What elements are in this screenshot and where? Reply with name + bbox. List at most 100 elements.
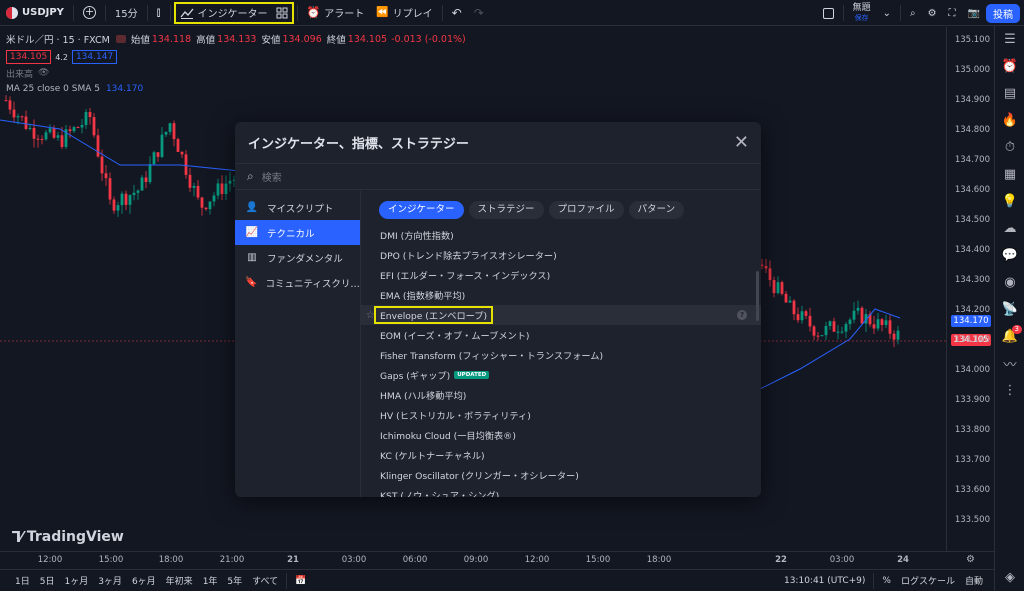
candle-body [20, 116, 24, 118]
bell-icon[interactable]: 🔔 3 [995, 323, 1024, 350]
square-icon [822, 7, 834, 19]
tree-icon[interactable]: ⋮ [995, 377, 1024, 404]
star-icon[interactable]: ☆ [366, 310, 375, 321]
indicator-item[interactable]: KST (ノウ・シュア・シング) [361, 485, 761, 497]
compare-symbol-button[interactable]: + [77, 2, 102, 24]
range-button[interactable]: 1年 [198, 574, 223, 587]
time-tick-label: 24 [897, 555, 909, 565]
divider [104, 4, 106, 21]
range-button[interactable]: 年初来 [161, 574, 198, 587]
search-input[interactable]: 検索 [262, 169, 282, 184]
streams-icon[interactable]: ◉ [995, 269, 1024, 296]
auto-scale-toggle[interactable]: 自動 [960, 574, 988, 587]
interval-button[interactable]: 15分 [109, 2, 144, 24]
snapshot-button[interactable]: 📷 [962, 2, 986, 24]
symbol-search-button[interactable]: USDJPY [0, 2, 70, 24]
range-button[interactable]: 5年 [222, 574, 247, 587]
buy-button[interactable]: 134.147 [71, 50, 118, 64]
data-window-icon[interactable]: ▤ [995, 80, 1024, 107]
filter-chip[interactable]: パターン [628, 201, 685, 219]
candle-body [880, 319, 884, 326]
layout-menu-button[interactable]: ⌄ [877, 2, 897, 24]
layout-name-button[interactable]: 無題 保存 [847, 3, 877, 23]
chat-cloud-icon[interactable]: ☁ [995, 215, 1024, 242]
stopwatch-icon[interactable]: ⏱ [995, 134, 1024, 161]
ma-label[interactable]: MA 25 close 0 SMA 5 [6, 84, 100, 94]
candle-body [12, 109, 16, 118]
lightbulb-icon[interactable]: 💡 [995, 188, 1024, 215]
trend-icon[interactable]: 〰 [995, 350, 1024, 377]
time-axis[interactable]: ⚙ 12:00 15:00 18:00 21:00 21 03:00 06:00 09:00 1… [0, 551, 994, 569]
layers-icon[interactable]: ◈ [995, 564, 1024, 591]
filter-chip[interactable]: ストラテジー [468, 201, 544, 219]
price-tick-label: 134.300 [954, 275, 990, 285]
settings-button[interactable]: ⚙ [922, 2, 943, 24]
fullscreen-button[interactable]: ⛶ [943, 2, 962, 24]
range-button[interactable]: 1ヶ月 [59, 574, 93, 587]
time-tick-label: 18:00 [646, 555, 672, 565]
filter-chip[interactable]: インジケーター [379, 201, 464, 219]
tradingview-logo[interactable]: ⅂⁄ TradingView [12, 528, 124, 546]
indicator-item[interactable]: EFI (エルダー・フォース・インデックス) [361, 265, 761, 285]
indicator-item[interactable]: Klinger Oscillator (クリンガー・オシレーター) [361, 465, 761, 485]
price-axis[interactable]: 134.170 134.105 135.100 135.000 134.900 134… [946, 27, 994, 551]
range-button[interactable]: すべて [247, 574, 283, 587]
replay-button[interactable]: ⏪ リプレイ [370, 2, 438, 24]
indicator-item[interactable]: HMA (ハル移動平均) [361, 385, 761, 405]
redo-button[interactable]: ↷ [468, 2, 490, 24]
range-button[interactable]: 6ヶ月 [127, 574, 161, 587]
range-button[interactable]: 1日 [10, 574, 35, 587]
indicator-item[interactable]: ☆ Envelope (エンベロープ)? [361, 305, 761, 325]
alert-button[interactable]: ⏰ アラート [301, 2, 371, 24]
price-tick-label: 135.100 [954, 35, 990, 45]
chat-bubble-icon[interactable]: 💬 [995, 242, 1024, 269]
alarm-clock-icon[interactable]: ⏰ [995, 53, 1024, 80]
chart-type-button[interactable]: ⫾ [151, 2, 167, 24]
price-tick-label: 134.700 [954, 155, 990, 165]
axis-settings-icon[interactable]: ⚙ [966, 554, 975, 565]
indicator-item[interactable]: Ichimoku Cloud (一目均衡表®) [361, 425, 761, 445]
candle-body [216, 183, 220, 196]
legend-title[interactable]: 米ドル／円 · 15 · FXCM [6, 32, 110, 46]
filter-chip[interactable]: プロファイル [548, 201, 624, 219]
indicator-item[interactable]: Gaps (ギャップ) UPDATED [361, 365, 761, 385]
indicator-item[interactable]: KC (ケルトナーチャネル) [361, 445, 761, 465]
percent-toggle[interactable]: % [877, 576, 896, 586]
broadcast-icon[interactable]: 📡 [995, 296, 1024, 323]
calendar-icon[interactable]: 📅 [290, 576, 311, 586]
range-button[interactable]: 3ヶ月 [93, 574, 127, 587]
watchlist-icon[interactable]: ☰ [995, 26, 1024, 53]
indicators-icon [179, 8, 193, 19]
range-button[interactable]: 5日 [35, 574, 60, 587]
calendar-icon[interactable]: ▦ [995, 161, 1024, 188]
search-bar[interactable]: ⌕ 検索 [235, 164, 761, 190]
templates-button[interactable] [272, 2, 292, 24]
info-icon[interactable]: ? [737, 310, 747, 320]
indicators-label: インジケーター [197, 9, 268, 20]
sell-button[interactable]: 134.105 [6, 50, 52, 64]
layout-button[interactable] [817, 2, 840, 24]
nav-item[interactable]: 📈 テクニカル [235, 220, 360, 245]
indicator-item[interactable]: EMA (指数移動平均) [361, 285, 761, 305]
indicator-item[interactable]: DMI (方向性指数) [361, 225, 761, 245]
volume-label[interactable]: 出来高 [6, 67, 33, 80]
indicator-item[interactable]: DPO (トレンド除去プライスオシレーター) [361, 245, 761, 265]
nav-item[interactable]: 🔖 コミュニティスクリ… [235, 270, 360, 295]
clock-display[interactable]: 13:10:41 (UTC+9) [779, 576, 870, 586]
indicator-item[interactable]: Fisher Transform (フィッシャー・トランスフォーム) [361, 345, 761, 365]
search-button[interactable]: ⌕ [904, 2, 922, 24]
eye-icon[interactable]: 👁 [38, 68, 49, 78]
indicators-button[interactable]: インジケーター [176, 2, 272, 24]
close-icon[interactable]: ✕ [734, 132, 749, 153]
nav-item[interactable]: 👤 マイスクリプト [235, 195, 360, 220]
scrollbar[interactable] [756, 271, 759, 321]
hotlist-fire-icon[interactable]: 🔥 [995, 107, 1024, 134]
log-scale-toggle[interactable]: ログスケール [896, 574, 960, 587]
nav-item[interactable]: ▥ ファンダメンタル [235, 245, 360, 270]
indicator-item[interactable]: HV (ヒストリカル・ボラティリティ) [361, 405, 761, 425]
undo-button[interactable]: ↶ [446, 2, 468, 24]
candle-body [28, 127, 32, 129]
candle-body [896, 330, 900, 340]
indicator-item[interactable]: EOM (イーズ・オブ・ムーブメント) [361, 325, 761, 345]
post-button[interactable]: 投稿 [986, 3, 1020, 23]
